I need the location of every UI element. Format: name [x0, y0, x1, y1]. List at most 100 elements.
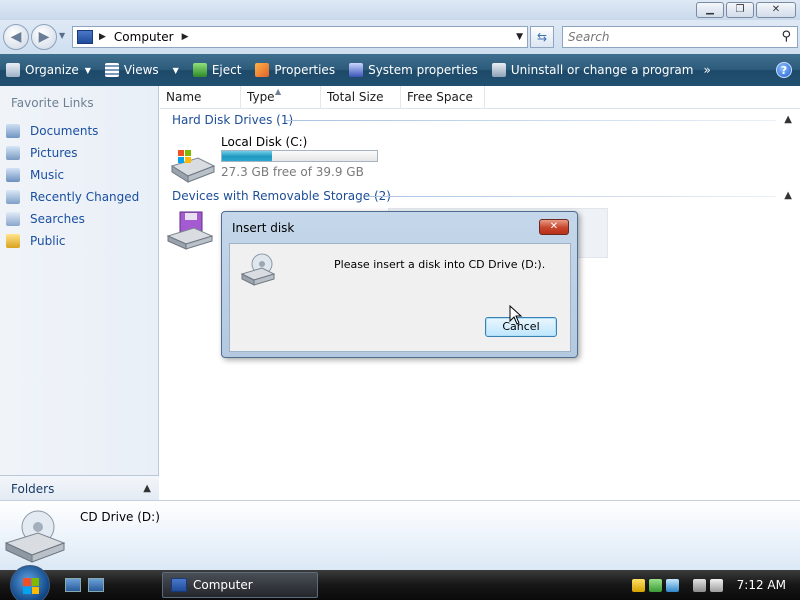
taskbar-button-computer[interactable]: Computer [162, 572, 318, 598]
start-button[interactable] [10, 565, 50, 600]
forward-button[interactable]: ▶ [31, 24, 57, 50]
documents-icon [6, 124, 20, 138]
back-button[interactable]: ◀ [3, 24, 29, 50]
local-disk-name[interactable]: Local Disk (C:) [221, 135, 307, 149]
folders-label: Folders [11, 481, 55, 496]
security-shield-icon[interactable] [631, 578, 645, 592]
mouse-cursor-icon [509, 305, 523, 325]
network-icon[interactable] [692, 578, 706, 592]
uninstall-label: Uninstall or change a program [510, 63, 694, 77]
uninstall-program-button[interactable]: Uninstall or change a program [491, 63, 694, 77]
group-divider [368, 196, 776, 197]
refresh-icon: ⇆ [536, 30, 548, 44]
column-header-free-space[interactable]: Free Space [401, 86, 485, 109]
favorite-links-title: Favorite Links [11, 96, 94, 110]
show-desktop-icon[interactable] [65, 578, 81, 592]
column-header-total-size[interactable]: Total Size [321, 86, 401, 109]
update-icon[interactable] [665, 578, 679, 592]
organize-button[interactable]: Organize ▼ [6, 63, 91, 77]
system-properties-label: System properties [368, 63, 478, 77]
volume-icon[interactable] [709, 578, 723, 592]
recent-pages-dropdown[interactable]: ▼ [59, 31, 65, 40]
local-disk-usage-fill [222, 151, 272, 161]
uninstall-program-icon [491, 63, 506, 77]
favorite-link-searches[interactable]: Searches [6, 208, 139, 230]
column-header-type-label: Type [247, 90, 275, 104]
search-placeholder: Search [568, 30, 610, 44]
maximize-button[interactable]: ❐ [726, 2, 754, 18]
dialog-message: Please insert a disk into CD Drive (D:). [334, 258, 546, 271]
search-input[interactable]: Search ⚲ [562, 26, 798, 48]
chevron-up-icon: ▲ [143, 483, 151, 494]
recently-changed-icon [6, 190, 20, 204]
more-commands-button[interactable]: » [703, 63, 710, 77]
eject-icon [192, 63, 207, 77]
system-properties-button[interactable]: System properties [349, 63, 478, 77]
group-divider [286, 120, 776, 121]
group-header-hard-disk-drives[interactable]: Hard Disk Drives (1) [172, 110, 293, 130]
searches-icon [6, 212, 20, 226]
breadcrumb-separator-icon[interactable]: ▶ [182, 32, 189, 42]
column-header-row: Name ▲ Type Total Size Free Space [160, 86, 800, 109]
taskbar: Computer 7:12 AM [0, 565, 800, 600]
window-titlebar: ▁ ❐ ✕ [0, 0, 800, 20]
navigation-pane: Favorite Links Documents Pictures Music … [0, 86, 159, 501]
views-icon [104, 63, 119, 77]
help-icon[interactable]: ? [776, 62, 792, 78]
chevron-down-icon: ▼ [172, 65, 179, 75]
favorite-link-recently-changed[interactable]: Recently Changed [6, 186, 139, 208]
dialog-title: Insert disk [232, 221, 295, 235]
properties-checkmark-icon [255, 63, 270, 77]
computer-icon [77, 30, 93, 44]
column-header-type[interactable]: ▲ Type [241, 86, 321, 109]
group-header-removable-storage[interactable]: Devices with Removable Storage (2) [172, 186, 391, 206]
organize-label: Organize [25, 63, 79, 77]
favorite-link-public[interactable]: Public [6, 230, 139, 252]
computer-icon [171, 578, 187, 592]
local-disk-usage-bar [221, 150, 378, 162]
local-disk-icon[interactable] [168, 144, 216, 184]
organize-icon [6, 63, 20, 77]
address-row: ◀ ▶ ▼ ▶ Computer ▶ ▼ ⇆ Search ⚲ [0, 20, 800, 54]
favorite-link-label: Pictures [30, 146, 78, 160]
minimize-button[interactable]: ▁ [696, 2, 724, 18]
refresh-button[interactable]: ⇆ [530, 26, 554, 48]
sort-arrow-icon: ▲ [275, 87, 282, 96]
dialog-close-button[interactable]: ✕ [539, 219, 569, 235]
folders-toggle[interactable]: Folders ▲ [0, 475, 159, 501]
views-button[interactable]: Views ▼ [104, 63, 179, 77]
local-disk-free-space: 27.3 GB free of 39.9 GB [221, 165, 364, 179]
eject-button[interactable]: Eject [192, 63, 242, 77]
favorite-link-label: Music [30, 168, 65, 182]
favorite-link-label: Recently Changed [30, 190, 140, 204]
command-bar: Organize ▼ Views ▼ Eject Properties System… [0, 54, 800, 86]
floppy-drive-icon[interactable] [166, 210, 214, 250]
close-window-button[interactable]: ✕ [756, 2, 796, 18]
views-label: Views [123, 63, 159, 77]
pictures-icon [6, 146, 20, 160]
system-tray: 7:12 AM [628, 570, 800, 600]
address-dropdown-icon[interactable]: ▼ [516, 32, 523, 42]
eject-label: Eject [211, 63, 242, 77]
cd-drive-icon [240, 253, 276, 286]
breadcrumb-separator-icon[interactable]: ▶ [99, 32, 106, 42]
details-item-name: CD Drive (D:) [80, 510, 160, 524]
favorite-link-music[interactable]: Music [6, 164, 139, 186]
column-header-name[interactable]: Name [160, 86, 241, 109]
windows-defender-icon[interactable] [648, 578, 662, 592]
address-bar[interactable]: ▶ Computer ▶ ▼ [72, 26, 528, 48]
favorite-link-documents[interactable]: Documents [6, 120, 139, 142]
switch-windows-icon[interactable] [88, 578, 104, 592]
breadcrumb-location[interactable]: Computer [114, 30, 174, 44]
properties-label: Properties [274, 63, 336, 77]
properties-button[interactable]: Properties [255, 63, 335, 77]
favorite-link-pictures[interactable]: Pictures [6, 142, 139, 164]
cd-drive-icon [4, 510, 66, 563]
chevron-up-icon[interactable]: ▲ [784, 114, 792, 125]
search-icon[interactable]: ⚲ [781, 27, 791, 47]
chevron-up-icon[interactable]: ▲ [784, 190, 792, 201]
dialog-body: Please insert a disk into CD Drive (D:).… [229, 243, 571, 352]
clock[interactable]: 7:12 AM [737, 578, 786, 592]
system-properties-icon [349, 63, 364, 77]
public-folder-icon [6, 234, 20, 248]
